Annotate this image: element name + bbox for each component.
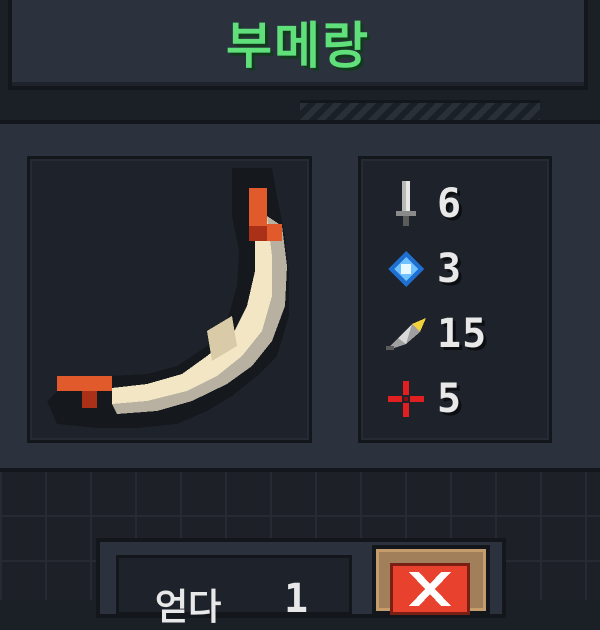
stat-value-damage: 6 [437, 181, 463, 227]
crosshair-icon [381, 374, 431, 424]
weapon-name: 부메랑 [226, 17, 370, 75]
pickup-box: 얻다 1 [116, 555, 352, 628]
stat-value-speed: 15 [437, 311, 488, 357]
energy-crystal-icon [381, 244, 431, 294]
stat-row-accuracy: 5 [381, 374, 462, 424]
close-icon [390, 563, 470, 615]
feather-icon [381, 309, 431, 359]
close-button[interactable] [372, 545, 490, 615]
stat-value-accuracy: 5 [437, 376, 463, 422]
stat-row-damage: 6 [381, 179, 462, 229]
boomerang-icon [47, 168, 289, 428]
pickup-label: 얻다 [155, 587, 222, 628]
weapon-preview-box [27, 156, 312, 443]
stat-row-energy: 3 [381, 244, 462, 294]
pickup-count: 1 [284, 576, 309, 622]
stats-box: 6 3 15 5 [358, 156, 552, 443]
stat-row-speed: 15 [381, 309, 487, 359]
sword-icon [381, 179, 431, 229]
title-panel: 부메랑 [8, 0, 588, 90]
stat-value-energy: 3 [437, 246, 463, 292]
